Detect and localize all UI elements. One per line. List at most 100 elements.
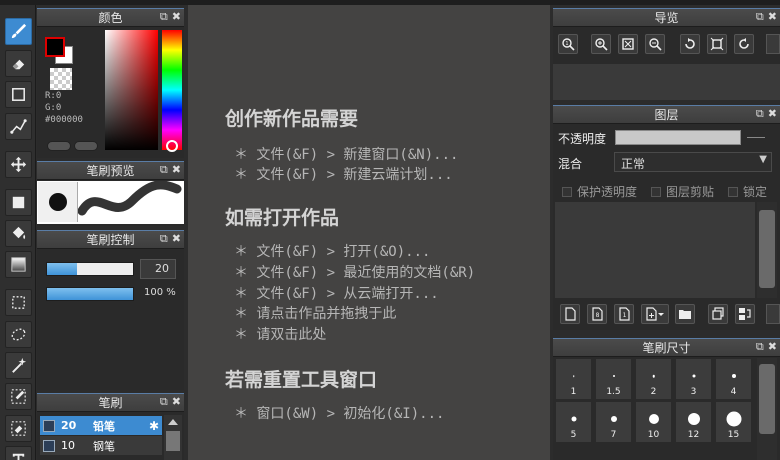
brush-item-pen[interactable]: 10 钢笔 bbox=[40, 436, 162, 455]
brush-size-cell[interactable]: 10 bbox=[635, 401, 672, 443]
close-icon[interactable]: ✖ bbox=[768, 107, 777, 121]
zoom-in-button[interactable] bbox=[591, 34, 611, 54]
new-layer-button[interactable] bbox=[560, 304, 580, 324]
undock-icon[interactable]: ⧉ bbox=[756, 10, 764, 24]
panel-title: 导览 bbox=[553, 8, 780, 27]
magic-wand-tool[interactable] bbox=[5, 352, 32, 379]
close-icon[interactable]: ✖ bbox=[172, 163, 181, 177]
new-folder-button[interactable] bbox=[675, 304, 695, 324]
text-tool[interactable] bbox=[5, 446, 32, 460]
canvas-hint-line: ＊ 文件(&F) > 最近使用的文档(&R) bbox=[234, 265, 476, 281]
eraser-tool[interactable] bbox=[5, 50, 32, 77]
close-icon[interactable]: ✖ bbox=[172, 395, 181, 409]
lock-checkbox[interactable]: 锁定 bbox=[728, 183, 767, 200]
brush-size-cell[interactable]: 5 bbox=[555, 401, 592, 443]
undock-icon[interactable]: ⧉ bbox=[160, 232, 168, 246]
undock-icon[interactable]: ⧉ bbox=[160, 10, 168, 24]
clipping-checkbox[interactable]: 图层剪贴 bbox=[651, 183, 714, 200]
line-tool[interactable] bbox=[5, 113, 32, 140]
scroll-thumb[interactable] bbox=[759, 364, 775, 434]
hue-handle[interactable] bbox=[166, 140, 178, 152]
zoom-fit-button[interactable]: 1 bbox=[558, 34, 578, 54]
scroll-thumb[interactable] bbox=[759, 210, 775, 288]
brush-size-dot bbox=[648, 414, 659, 424]
canvas-heading-open: 如需打开作品 bbox=[225, 207, 340, 229]
brush-size-cell[interactable]: 2 bbox=[635, 358, 672, 400]
close-icon[interactable]: ✖ bbox=[172, 10, 181, 24]
magic-wand-icon bbox=[12, 357, 27, 373]
canvas-hint-line: ＊ 文件(&F) > 从云端打开... bbox=[234, 286, 439, 302]
merge-layer-button[interactable] bbox=[735, 304, 755, 324]
navigator-preview[interactable] bbox=[553, 64, 780, 100]
undock-icon[interactable]: ⧉ bbox=[160, 163, 168, 177]
brush-size-value[interactable]: 20 bbox=[140, 259, 176, 279]
saturation-value-picker[interactable] bbox=[105, 30, 158, 150]
fit-window-button[interactable] bbox=[618, 34, 638, 54]
rotate-right-button[interactable] bbox=[734, 34, 754, 54]
brush-size-cell[interactable]: 1.5 bbox=[595, 358, 632, 400]
move-tool[interactable] bbox=[5, 151, 32, 178]
brush-size-label: 4 bbox=[730, 387, 737, 397]
brush-size-slider[interactable] bbox=[46, 262, 134, 276]
zoom-out-icon bbox=[649, 38, 662, 51]
gradient-tool[interactable] bbox=[5, 251, 32, 278]
rotate-left-button[interactable] bbox=[680, 34, 700, 54]
bucket-tool[interactable] bbox=[5, 220, 32, 247]
blend-mode-select[interactable]: 正常 ▼ bbox=[614, 152, 772, 172]
protect-alpha-checkbox[interactable]: 保护透明度 bbox=[562, 183, 637, 200]
hue-slider[interactable] bbox=[162, 30, 182, 150]
layer-list[interactable] bbox=[555, 202, 755, 298]
lasso-tool[interactable] bbox=[5, 321, 32, 348]
select-pen-tool[interactable] bbox=[5, 383, 32, 410]
brush-item-pencil[interactable]: 20 铅笔 ✱ bbox=[40, 416, 162, 435]
layer-list-scrollbar[interactable] bbox=[757, 202, 777, 298]
canvas-heading-reset: 若需重置工具窗口 bbox=[225, 369, 378, 391]
new-1bit-layer-button[interactable]: 1 bbox=[614, 304, 634, 324]
undock-icon[interactable]: ⧉ bbox=[160, 395, 168, 409]
duplicate-layer-button[interactable] bbox=[708, 304, 728, 324]
layer-opacity-slider[interactable] bbox=[615, 130, 741, 145]
scroll-up-icon[interactable] bbox=[168, 419, 178, 425]
undock-icon[interactable]: ⧉ bbox=[756, 107, 764, 121]
brush-item-name: 铅笔 bbox=[93, 419, 115, 433]
brush-color-swatch bbox=[43, 439, 55, 452]
brush-item-size: 20 bbox=[61, 419, 77, 432]
add-layer-menu-button[interactable] bbox=[641, 304, 669, 324]
selection-eraser-icon bbox=[11, 421, 26, 436]
color-mode-button[interactable] bbox=[47, 141, 71, 151]
close-icon[interactable]: ✖ bbox=[768, 10, 777, 24]
foreground-color-swatch[interactable] bbox=[45, 37, 65, 57]
gear-icon[interactable]: ✱ bbox=[149, 419, 159, 433]
brush-size-cell[interactable]: 15 bbox=[715, 401, 752, 443]
scroll-thumb[interactable] bbox=[166, 431, 180, 451]
brush-size-scrollbar[interactable] bbox=[757, 358, 777, 460]
close-icon[interactable]: ✖ bbox=[172, 232, 181, 246]
brush-opacity-slider[interactable] bbox=[46, 287, 134, 301]
brush-size-dot bbox=[652, 374, 655, 378]
new-8bit-layer-button[interactable]: 8 bbox=[587, 304, 607, 324]
color-swap-button[interactable] bbox=[74, 141, 98, 151]
zoom-out-button[interactable] bbox=[645, 34, 665, 54]
brush-size-cell[interactable]: 4 bbox=[715, 358, 752, 400]
navigator-extra-button[interactable] bbox=[766, 34, 780, 54]
rotate-reset-button[interactable] bbox=[707, 34, 727, 54]
brush-size-cell[interactable]: 1 bbox=[555, 358, 592, 400]
brush-size-cell[interactable]: 3 bbox=[675, 358, 712, 400]
brush-tool[interactable] bbox=[5, 18, 32, 45]
fill-rect-tool[interactable] bbox=[5, 189, 32, 216]
select-rect-tool[interactable] bbox=[5, 289, 32, 316]
undock-icon[interactable]: ⧉ bbox=[756, 340, 764, 354]
close-icon[interactable]: ✖ bbox=[768, 340, 777, 354]
brush-size-cell[interactable]: 7 bbox=[595, 401, 632, 443]
selection-pen-icon bbox=[11, 389, 26, 404]
transparent-color-swatch[interactable] bbox=[50, 68, 72, 90]
brush-size-dot bbox=[692, 374, 695, 378]
paint-bucket-icon bbox=[12, 226, 26, 240]
select-eraser-tool[interactable] bbox=[5, 415, 32, 442]
layer-extra-button[interactable] bbox=[766, 304, 780, 324]
brush-size-cell[interactable]: 12 bbox=[675, 401, 712, 443]
brush-size-dot bbox=[571, 416, 576, 422]
brush-list-scrollbar[interactable] bbox=[164, 415, 182, 460]
rect-tool[interactable] bbox=[5, 81, 32, 108]
layer-opacity-label: 不透明度 bbox=[558, 132, 607, 146]
